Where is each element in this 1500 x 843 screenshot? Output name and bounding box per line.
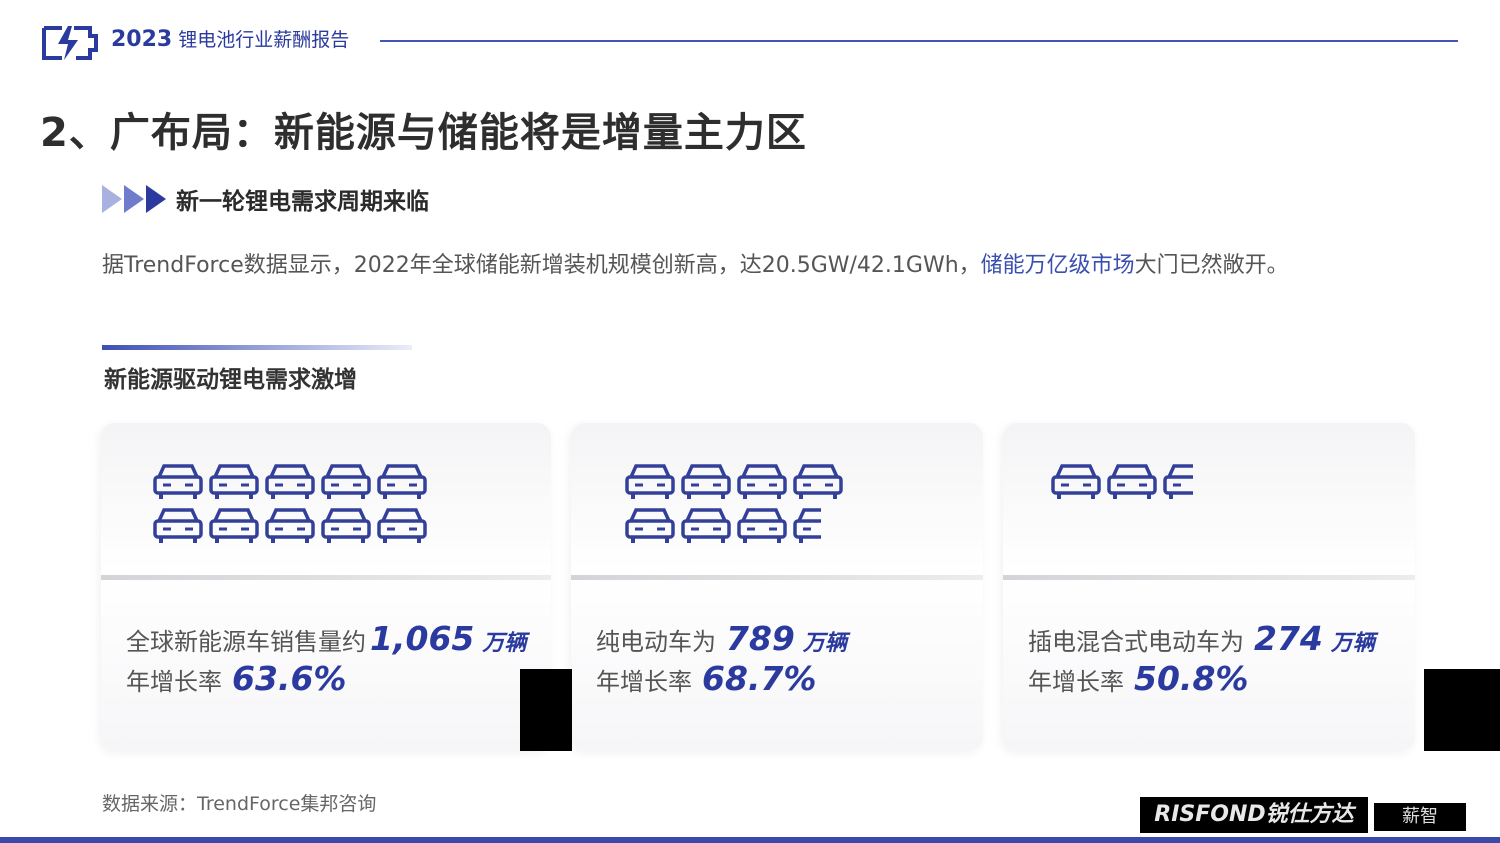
sales-label: 插电混合式电动车为 xyxy=(1028,628,1244,656)
intro-paragraph: 据TrendForce数据显示，2022年全球储能新增装机规模创新高，达20.5… xyxy=(102,247,1289,279)
footer-bar xyxy=(0,837,1500,843)
sales-label: 全球新能源车销售量约 xyxy=(126,628,366,656)
growth-value: 50.8% xyxy=(1134,659,1249,698)
image-artifact xyxy=(520,669,572,751)
triple-arrow-icon xyxy=(102,185,166,213)
sales-line: 全球新能源车销售量约 1,065 万辆 xyxy=(126,619,526,658)
header-divider xyxy=(380,40,1458,42)
card-divider xyxy=(101,575,551,580)
stat-card-bev-sales: 纯电动车为 789 万辆 年增长率 68.7% xyxy=(571,423,983,751)
sales-unit: 万辆 xyxy=(1330,631,1375,656)
car-icon-grid xyxy=(1051,463,1201,507)
data-source-note: 数据来源：TrendForce集邦咨询 xyxy=(102,793,377,815)
car-icon-grid xyxy=(153,463,433,552)
brand-watermark: RISFOND锐仕方达 xyxy=(1140,797,1368,833)
report-title: 2023 锂电池行业薪酬报告 xyxy=(111,25,349,52)
growth-line: 年增长率 50.8% xyxy=(1028,659,1249,698)
intro-text-end: 大门已然敞开。 xyxy=(1134,253,1289,278)
intro-highlight: 储能万亿级市场 xyxy=(980,253,1135,278)
card-divider xyxy=(571,575,983,580)
growth-line: 年增长率 68.7% xyxy=(596,659,817,698)
section-title: 新能源驱动锂电需求激增 xyxy=(104,367,357,393)
image-artifact xyxy=(1424,669,1500,751)
car-icons xyxy=(1051,464,1193,501)
sales-line: 插电混合式电动车为 274 万辆 xyxy=(1028,619,1375,658)
sales-line: 纯电动车为 789 万辆 xyxy=(596,619,847,658)
battery-bolt-icon xyxy=(42,26,98,60)
growth-label: 年增长率 xyxy=(596,668,692,696)
growth-value: 68.7% xyxy=(702,659,817,698)
sales-value: 1,065 xyxy=(370,619,475,658)
section-accent-bar xyxy=(102,345,412,350)
growth-label: 年增长率 xyxy=(126,668,222,696)
growth-label: 年增长率 xyxy=(1028,668,1124,696)
sales-unit: 万辆 xyxy=(802,631,847,656)
secondary-watermark: 薪智 xyxy=(1374,803,1466,831)
growth-value: 63.6% xyxy=(232,659,347,698)
intro-text: 据TrendForce数据显示，2022年全球储能新增装机规模创新高，达20.5… xyxy=(102,253,981,278)
car-icons xyxy=(625,464,843,545)
car-icon-grid xyxy=(625,463,855,552)
page-title: 2、广布局：新能源与储能将是增量主力区 xyxy=(40,110,807,156)
growth-line: 年增长率 63.6% xyxy=(126,659,347,698)
report-name: 锂电池行业薪酬报告 xyxy=(178,29,350,51)
sales-value: 274 xyxy=(1254,619,1323,658)
sales-value: 789 xyxy=(726,619,795,658)
subheading: 新一轮锂电需求周期来临 xyxy=(102,182,429,216)
subheading-text: 新一轮锂电需求周期来临 xyxy=(176,189,429,215)
card-divider xyxy=(1003,575,1415,580)
sales-label: 纯电动车为 xyxy=(596,628,716,656)
stat-card-nev-sales: 全球新能源车销售量约 1,065 万辆 年增长率 63.6% xyxy=(101,423,551,751)
report-year: 2023 xyxy=(111,27,173,52)
car-icons xyxy=(153,464,427,545)
sales-unit: 万辆 xyxy=(482,631,527,656)
stat-card-phev-sales: 插电混合式电动车为 274 万辆 年增长率 50.8% xyxy=(1003,423,1415,751)
